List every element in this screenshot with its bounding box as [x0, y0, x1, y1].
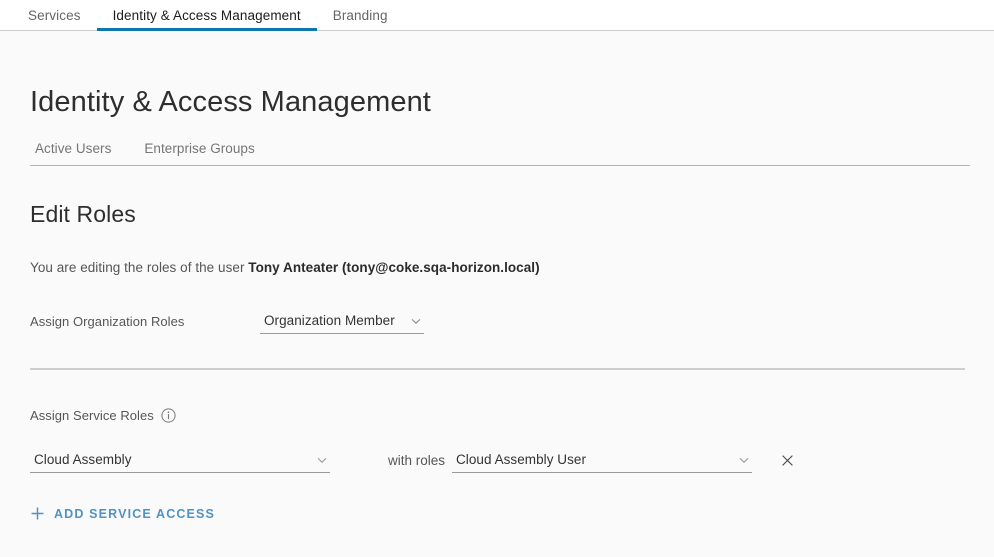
- with-roles-label: with roles: [388, 452, 446, 468]
- assign-organization-roles-row: Assign Organization Roles Organization M…: [30, 308, 964, 334]
- plus-icon: [30, 506, 45, 521]
- tab-branding[interactable]: Branding: [317, 0, 404, 30]
- subnav-item-active-users[interactable]: Active Users: [35, 141, 111, 156]
- tab-branding-label: Branding: [332, 7, 388, 23]
- service-access-row: Cloud Assembly with roles Cloud Assembly…: [30, 447, 964, 473]
- tab-identity-access-management[interactable]: Identity & Access Management: [96, 0, 317, 31]
- service-role-select-value: Cloud Assembly User: [456, 452, 586, 468]
- chevron-down-icon: [410, 315, 422, 327]
- subnav-item-enterprise-groups[interactable]: Enterprise Groups: [144, 141, 254, 156]
- organization-role-select[interactable]: Organization Member: [260, 309, 424, 334]
- organization-role-select-value: Organization Member: [264, 313, 395, 329]
- subnav: Active Users Enterprise Groups: [30, 141, 970, 166]
- top-tab-bar: Services Identity & Access Management Br…: [0, 0, 994, 31]
- chevron-down-icon: [738, 454, 750, 466]
- tab-services-label: Services: [28, 7, 81, 23]
- close-icon: [781, 454, 794, 467]
- add-service-access-button[interactable]: ADD SERVICE ACCESS: [30, 506, 215, 521]
- add-service-access-label: ADD SERVICE ACCESS: [54, 506, 216, 521]
- subnav-item-active-users-label: Active Users: [35, 140, 112, 156]
- remove-service-access-button[interactable]: [778, 451, 796, 469]
- info-circle-icon[interactable]: [161, 408, 176, 423]
- assign-service-roles-header: Assign Service Roles: [30, 408, 964, 423]
- assign-organization-roles-label: Assign Organization Roles: [30, 313, 185, 329]
- assign-service-roles-label: Assign Service Roles: [30, 408, 154, 424]
- service-select[interactable]: Cloud Assembly: [30, 448, 330, 473]
- chevron-down-icon: [316, 454, 328, 466]
- subnav-item-enterprise-groups-label: Enterprise Groups: [144, 140, 255, 156]
- section-title-edit-roles: Edit Roles: [30, 200, 136, 227]
- page-title: Identity & Access Management: [30, 86, 431, 118]
- main-content: Identity & Access Management Active User…: [0, 31, 994, 526]
- section-divider: [30, 368, 965, 371]
- tab-services[interactable]: Services: [12, 0, 97, 30]
- editing-user-prefix: You are editing the roles of the user: [30, 260, 249, 276]
- tab-identity-access-management-label: Identity & Access Management: [112, 7, 301, 23]
- editing-user-description: You are editing the roles of the user To…: [30, 260, 964, 275]
- editing-user-name: Tony Anteater (tony@coke.sqa-horizon.loc…: [248, 260, 540, 276]
- service-select-value: Cloud Assembly: [34, 452, 132, 468]
- service-role-select[interactable]: Cloud Assembly User: [452, 448, 752, 473]
